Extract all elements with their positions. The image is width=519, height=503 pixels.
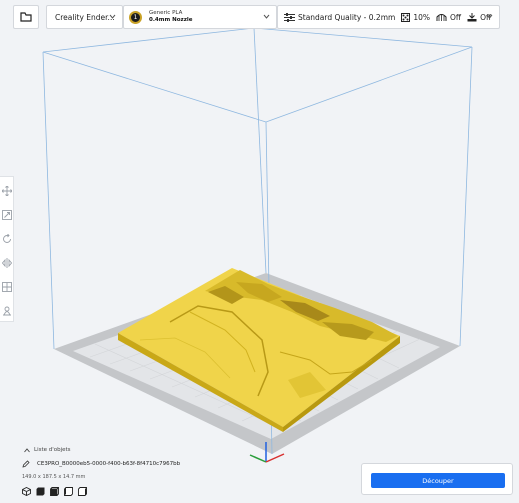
rotate-icon[interactable] (2, 234, 12, 244)
slice-button[interactable]: Découper (371, 473, 505, 488)
object-list-toggle[interactable]: Liste d'objets (24, 447, 71, 453)
support-setting: Off (436, 13, 461, 22)
slice-panel: Découper (361, 463, 513, 495)
profile-name: Standard Quality - 0.2mm (298, 12, 396, 22)
pencil-icon (22, 460, 30, 468)
sliders-icon (284, 12, 295, 22)
printer-selector[interactable]: Creality Ender... (46, 5, 123, 29)
left-view-icon[interactable] (64, 487, 73, 496)
support-icon (436, 13, 447, 21)
terrain-model (118, 268, 400, 432)
printer-name: Creality Ender... (55, 12, 115, 22)
chevron-down-icon (486, 14, 493, 19)
support-value: Off (450, 12, 462, 22)
right-view-icon[interactable] (78, 487, 87, 496)
3d-view-icon[interactable] (22, 487, 31, 496)
top-view-icon[interactable] (50, 487, 59, 496)
object-dimensions: 149.0 x 187.5 x 14.7 mm (22, 474, 86, 480)
object-list-title: Liste d'objets (34, 447, 71, 453)
extruder-badge: 1 (129, 10, 142, 24)
top-toolbar: Creality Ender... 1 Generic PLA 0.4mm No… (0, 5, 519, 29)
print-settings-selector[interactable]: Standard Quality - 0.2mm 10% Off Off (277, 5, 500, 29)
chevron-down-icon (263, 14, 270, 19)
mirror-icon[interactable] (2, 258, 12, 268)
folder-icon (20, 12, 32, 22)
extruder-number: 1 (133, 13, 138, 21)
object-name-row[interactable]: CE3PRO_B0000eb5-0000-f400-b63f-8f4710c79… (22, 460, 180, 468)
per-model-settings-icon[interactable] (2, 282, 12, 292)
support-blocker-icon[interactable] (2, 306, 12, 316)
infill-setting: 10% (401, 12, 430, 22)
profile-setting: Standard Quality - 0.2mm (284, 12, 396, 22)
object-name: CE3PRO_B0000eb5-0000-f400-b63f-8f4710c79… (37, 461, 181, 467)
build-volume-scene (42, 27, 473, 463)
infill-value: 10% (413, 12, 430, 22)
camera-view-buttons (22, 487, 87, 496)
scale-icon[interactable] (2, 210, 12, 220)
chevron-down-icon (109, 14, 116, 19)
object-list-panel: Liste d'objets CE3PRO_B0000eb5-0000-f400… (0, 443, 230, 503)
material-selector[interactable]: 1 Generic PLA 0.4mm Nozzle (123, 5, 277, 29)
infill-icon (401, 12, 411, 22)
tool-sidebar (0, 176, 14, 322)
material-name: Generic PLA (149, 10, 183, 16)
adhesion-icon (467, 12, 477, 21)
3d-viewport[interactable] (0, 0, 519, 503)
move-icon[interactable] (2, 186, 12, 196)
nozzle-size: 0.4mm Nozzle (149, 17, 193, 23)
front-view-icon[interactable] (36, 487, 45, 496)
open-file-button[interactable] (13, 5, 39, 29)
chevron-up-icon (24, 447, 30, 452)
